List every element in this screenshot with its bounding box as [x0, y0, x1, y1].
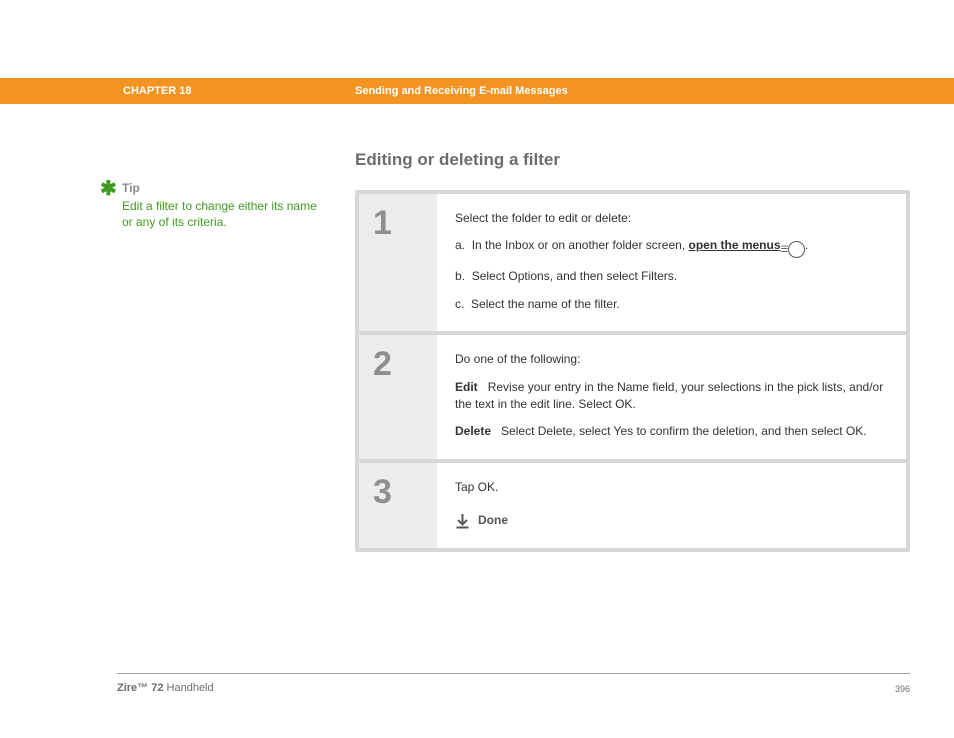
step-row: 2 Do one of the following: Edit Revise y… [359, 335, 906, 463]
substep-list: a. In the Inbox or on another folder scr… [455, 237, 888, 313]
step-row: 1 Select the folder to edit or delete: a… [359, 194, 906, 335]
substep-text: Select the name of the filter. [471, 297, 620, 311]
footer-page-number: 396 [895, 684, 910, 694]
substep-text: Select Options, and then select Filters. [472, 269, 677, 283]
substep-text: In the Inbox or on another folder screen… [472, 238, 689, 252]
footer-product-name: Zire™ 72 [117, 682, 163, 694]
step-number: 2 [373, 347, 437, 381]
substep-prefix: c. [455, 297, 464, 311]
substep-prefix: a. [455, 238, 465, 252]
definition-item: Edit Revise your entry in the Name field… [455, 379, 888, 414]
menu-icon: ☰ [788, 241, 805, 258]
substep-item: c. Select the name of the filter. [455, 296, 888, 313]
section-title: Editing or deleting a filter [355, 150, 910, 170]
step-number: 3 [373, 475, 437, 509]
steps-container: 1 Select the folder to edit or delete: a… [355, 190, 910, 552]
definition-item: Delete Select Delete, select Yes to conf… [455, 423, 888, 440]
step-number-cell: 2 [359, 335, 437, 463]
tip-label: Tip [122, 180, 320, 196]
definition-desc: Select Delete, select Yes to confirm the… [501, 424, 867, 438]
step-row: 3 Tap OK. Done [359, 463, 906, 548]
step-body: Select the folder to edit or delete: a. … [437, 194, 906, 335]
steps-table: 1 Select the folder to edit or delete: a… [359, 194, 906, 548]
definition-desc: Revise your entry in the Name field, you… [455, 380, 883, 411]
tip-text: Edit a filter to change either its name … [122, 198, 320, 230]
chapter-title: Sending and Receiving E-mail Messages [355, 85, 568, 97]
chapter-label: CHAPTER 18 [123, 85, 191, 97]
done-arrow-icon [455, 513, 470, 529]
step-body: Tap OK. Done [437, 463, 906, 548]
substep-item: b. Select Options, and then select Filte… [455, 268, 888, 285]
footer-product-rest: Handheld [163, 682, 213, 694]
tip-block: ✱ Tip Edit a filter to change either its… [90, 180, 320, 231]
footer-rule [117, 673, 910, 674]
step-lead: Tap OK. [455, 479, 888, 496]
done-label: Done [478, 512, 508, 529]
substep-suffix: . [805, 238, 808, 252]
footer-product: Zire™ 72 Handheld [117, 682, 214, 694]
step-number-cell: 1 [359, 194, 437, 335]
open-menus-link[interactable]: open the menus [689, 238, 781, 252]
step-number: 1 [373, 206, 437, 240]
step-body: Do one of the following: Edit Revise you… [437, 335, 906, 463]
step-lead: Do one of the following: [455, 351, 888, 368]
done-row: Done [455, 512, 888, 529]
asterisk-icon: ✱ [100, 176, 117, 203]
substep-item: a. In the Inbox or on another folder scr… [455, 237, 888, 258]
chapter-header-bar: CHAPTER 18 Sending and Receiving E-mail … [0, 78, 954, 104]
definition-term: Delete [455, 424, 491, 438]
definition-term: Edit [455, 380, 478, 394]
substep-prefix: b. [455, 269, 465, 283]
main-column: Editing or deleting a filter 1 Select th… [355, 150, 910, 552]
step-number-cell: 3 [359, 463, 437, 548]
step-lead: Select the folder to edit or delete: [455, 210, 888, 227]
